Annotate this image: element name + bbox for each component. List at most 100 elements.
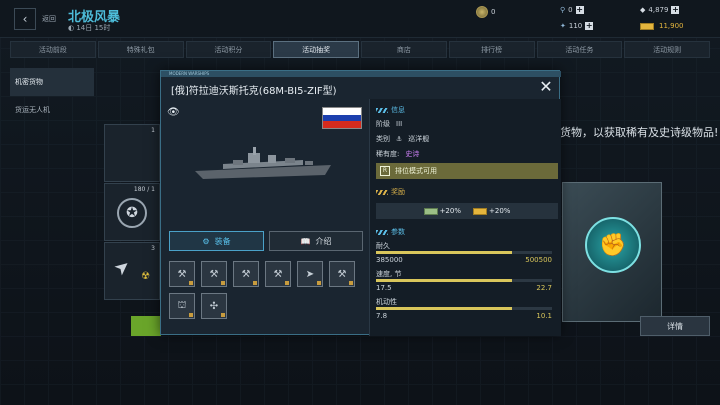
warship-model: [195, 147, 331, 179]
resource-ammo: ✦ 110 +: [560, 22, 594, 30]
speed-label: 速度, 节: [376, 270, 402, 278]
maneuver-value: 7.8: [376, 312, 388, 320]
equipment-icon: ⚙: [202, 236, 210, 246]
rarity-row: 稀有度: 史诗: [376, 149, 419, 159]
event-timer: ◐ 14日 15时: [68, 24, 111, 32]
rarity-value: 史诗: [405, 150, 420, 158]
tier-value: III: [396, 120, 403, 128]
chevron-left-icon: ‹: [22, 12, 28, 26]
tab-shop[interactable]: 商店: [361, 41, 447, 58]
durability-values: 385000 500500: [376, 256, 552, 264]
equipment-button[interactable]: ⚙ 装备: [169, 231, 264, 251]
ship-title: [俄]符拉迪沃斯托克(68M-BI5-ZIF型): [171, 86, 337, 97]
gold-bar-icon: [473, 207, 487, 215]
resource-value: 110: [568, 22, 583, 30]
wrench-icon: ⚲: [560, 6, 566, 14]
compass-icon: ✪: [117, 198, 147, 228]
gold-bonus: +20%: [473, 207, 510, 215]
cargo-crate: ✊: [562, 182, 662, 322]
turret-slot-icon[interactable]: ⚒: [201, 261, 227, 287]
resource-gold: 11,900: [640, 22, 684, 30]
add-button[interactable]: +: [671, 6, 680, 14]
ship-info-panel: 信息 阶级 III 类别 ⚓ 巡洋舰 稀有度: 史诗 R 排位模式可用 奖励 +…: [369, 99, 561, 336]
back-label: 返回: [42, 15, 56, 23]
card-count: 1: [151, 127, 155, 134]
eye-icon[interactable]: 👁: [167, 107, 180, 118]
cash-bonus-value: +20%: [439, 207, 461, 215]
speed-fill: [376, 279, 512, 282]
missile-slot-icon[interactable]: ➤: [297, 261, 323, 287]
crown-coin-icon: [476, 6, 488, 18]
sidebar-item-cargo[interactable]: 机密货物: [10, 68, 94, 96]
tab-special-packs[interactable]: 特殊礼包: [97, 41, 184, 58]
tab-pre-event[interactable]: 活动前段: [10, 41, 96, 58]
rewards-box: +20% +20%: [376, 203, 558, 219]
section-title: 信息: [391, 106, 405, 114]
event-tabs: 活动前段 特殊礼包 活动积分 活动抽奖 商店 排行榜 活动任务 活动规则: [10, 41, 710, 58]
turret-slot-icon[interactable]: ⚒: [265, 261, 291, 287]
ship-detail-modal: MODERN WARSHIPS [俄]符拉迪沃斯托克(68M-BI5-ZIF型)…: [160, 70, 561, 336]
turret-slot-icon[interactable]: ⚒: [233, 261, 259, 287]
tab-leaderboard[interactable]: 排行榜: [448, 41, 535, 58]
aa-gun-slot-icon[interactable]: ⛫: [169, 293, 195, 319]
cash-icon: [423, 207, 438, 215]
rewards-section-header: 奖励: [376, 187, 405, 197]
reward-card[interactable]: 180 / 1 ✪: [104, 183, 160, 241]
tab-event-rules[interactable]: 活动规则: [624, 41, 710, 58]
ranked-mode-text: 排位模式可用: [395, 167, 437, 175]
maneuver-bar: [376, 307, 552, 310]
tab-event-points[interactable]: 活动积分: [185, 41, 272, 58]
speed-values: 17.5 22.7: [376, 284, 552, 292]
info-section-header: 信息: [376, 105, 405, 115]
resource-value: 4,879: [648, 6, 669, 14]
helicopter-slot-icon[interactable]: ✣: [201, 293, 227, 319]
game-tag: MODERN WARSHIPS: [169, 71, 210, 76]
tier-label: 阶级: [376, 120, 390, 128]
ship-preview-panel: 👁 ⚙ 装备 📖 介绍 ⚒ ⚒ ⚒ ⚒ ➤ ⚒ ⛫ ✣: [161, 99, 367, 336]
speed-max: 22.7: [536, 284, 552, 292]
durability-label: 耐久: [376, 242, 390, 250]
sidebar-item-drone[interactable]: 货运无人机: [10, 96, 94, 124]
turret-slot-icon[interactable]: ⚒: [329, 261, 355, 287]
resource-crown: 0: [476, 6, 495, 18]
resource-value: 0: [491, 8, 496, 16]
resource-wrench: ⚲ 0 +: [560, 6, 584, 14]
stripes-icon: [376, 107, 388, 113]
maneuver-values: 7.8 10.1: [376, 312, 552, 320]
params-section-header: 参数: [376, 227, 405, 237]
add-button[interactable]: +: [585, 22, 594, 30]
close-icon[interactable]: ✕: [537, 79, 555, 97]
intro-button[interactable]: 📖 介绍: [269, 231, 363, 251]
intro-label: 介绍: [315, 236, 332, 246]
russia-flag-icon: [322, 107, 362, 129]
durability-max: 500500: [525, 256, 552, 264]
durability-fill: [376, 251, 512, 254]
reward-card[interactable]: 1: [104, 124, 160, 182]
class-value: 巡洋舰: [408, 135, 430, 143]
section-title: 参数: [391, 228, 405, 236]
maneuver-max: 10.1: [536, 312, 552, 320]
lottery-description: 货物，以获取稀有及史诗级物品!: [560, 126, 719, 139]
timer-text: 14日 15时: [76, 24, 111, 32]
details-button[interactable]: 详情: [640, 316, 710, 336]
equipment-slots: ⚒ ⚒ ⚒ ⚒ ➤ ⚒ ⛫ ✣: [169, 261, 359, 319]
back-button[interactable]: ‹: [14, 8, 36, 30]
missile-icon: ➤: [110, 254, 136, 281]
tab-event-tasks[interactable]: 活动任务: [536, 41, 623, 58]
book-icon: 📖: [300, 236, 311, 246]
card-count: 3: [151, 245, 155, 252]
cash-bonus: +20%: [423, 207, 461, 215]
tab-event-lottery[interactable]: 活动抽奖: [273, 41, 359, 58]
reward-card[interactable]: 3 ➤ ☢: [104, 242, 160, 300]
class-row: 类别 ⚓ 巡洋舰: [376, 134, 429, 144]
class-label: 类别: [376, 135, 390, 143]
card-count: 180 / 1: [133, 186, 155, 193]
durability-value: 385000: [376, 256, 403, 264]
green-indicator: [131, 316, 161, 336]
cruiser-icon: ⚓: [396, 135, 403, 143]
add-button[interactable]: +: [575, 6, 584, 14]
stripes-icon: [376, 189, 388, 195]
turret-slot-icon[interactable]: ⚒: [169, 261, 195, 287]
sidebar: 机密货物 货运无人机: [10, 68, 94, 124]
gold-bar-icon: [640, 22, 654, 30]
